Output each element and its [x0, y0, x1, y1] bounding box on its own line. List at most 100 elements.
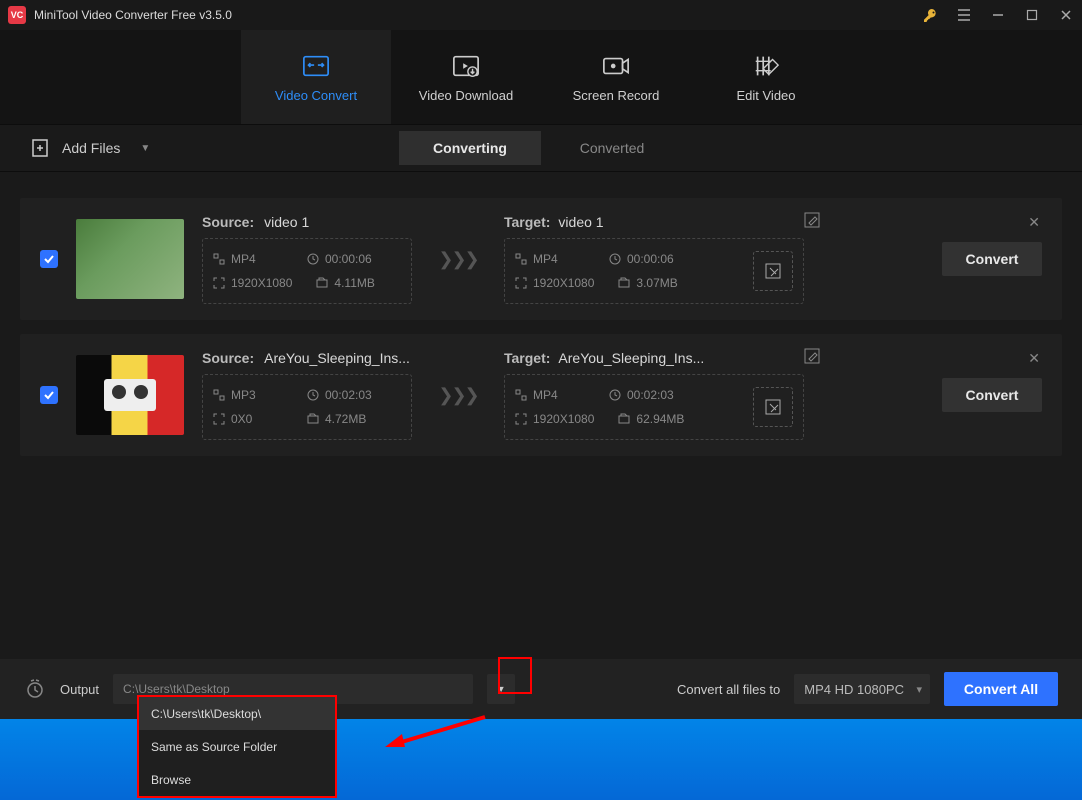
tgt-duration: 00:00:06	[627, 252, 674, 266]
tab-edit-video[interactable]: Edit Video	[691, 30, 841, 124]
tgt-size: 3.07MB	[636, 276, 677, 290]
src-duration: 00:02:03	[325, 388, 372, 402]
app-logo: VC	[8, 6, 26, 24]
tab-label: Edit Video	[736, 88, 795, 103]
preset-value: MP4 HD 1080PC	[804, 682, 904, 697]
segment-converting[interactable]: Converting	[399, 131, 541, 165]
convert-icon	[302, 52, 330, 80]
tab-video-download[interactable]: Video Download	[391, 30, 541, 124]
tab-video-convert[interactable]: Video Convert	[241, 30, 391, 124]
source-info: Source: video 1 MP4 00:00:06 1920X1080 4…	[202, 214, 412, 304]
output-path-text: C:\Users\tk\Desktop	[123, 682, 230, 696]
resolution-icon	[515, 277, 527, 289]
src-size: 4.11MB	[334, 276, 374, 290]
maximize-button[interactable]	[1024, 7, 1040, 23]
app-title: MiniTool Video Converter Free v3.5.0	[34, 8, 922, 22]
source-label: Source:	[202, 214, 254, 230]
item-checkbox[interactable]	[40, 250, 58, 268]
arrow-icon: ❯❯❯	[430, 385, 486, 406]
filesize-icon	[316, 277, 328, 289]
convert-all-label: Convert all files to	[677, 682, 780, 697]
src-resolution: 0X0	[231, 412, 252, 426]
format-icon	[515, 253, 527, 265]
target-settings-button[interactable]	[753, 251, 793, 291]
tab-label: Video Convert	[275, 88, 357, 103]
list-item: Source: AreYou_Sleeping_Ins... MP3 00:02…	[20, 334, 1062, 456]
resolution-icon	[213, 277, 225, 289]
tgt-resolution: 1920X1080	[533, 412, 594, 426]
minimize-button[interactable]	[990, 7, 1006, 23]
target-info: Target: AreYou_Sleeping_Ins... MP4 00:02…	[504, 350, 804, 440]
add-files-label: Add Files	[62, 140, 120, 156]
edit-item-button[interactable]	[804, 348, 822, 366]
output-preset-select[interactable]: MP4 HD 1080PC	[794, 674, 930, 704]
record-icon	[602, 52, 630, 80]
source-info: Source: AreYou_Sleeping_Ins... MP3 00:02…	[202, 350, 412, 440]
toolbar: Add Files ▼ Converting Converted	[0, 124, 1082, 172]
conversion-list: Source: video 1 MP4 00:00:06 1920X1080 4…	[0, 172, 1082, 659]
tgt-size: 62.94MB	[636, 412, 684, 426]
close-button[interactable]	[1058, 7, 1074, 23]
download-icon	[452, 52, 480, 80]
status-segment: Converting Converted	[399, 131, 683, 165]
list-item: Source: video 1 MP4 00:00:06 1920X1080 4…	[20, 198, 1062, 320]
menu-icon[interactable]	[956, 7, 972, 23]
format-icon	[515, 389, 527, 401]
add-files-button[interactable]: Add Files ▼	[30, 138, 150, 158]
tab-label: Screen Record	[573, 88, 660, 103]
format-icon	[213, 253, 225, 265]
arrow-icon: ❯❯❯	[430, 249, 486, 270]
convert-button[interactable]: Convert	[942, 378, 1042, 412]
tgt-format: MP4	[533, 252, 558, 266]
convert-all-button[interactable]: Convert All	[944, 672, 1058, 706]
src-duration: 00:00:06	[325, 252, 372, 266]
tab-screen-record[interactable]: Screen Record	[541, 30, 691, 124]
output-dropdown-button[interactable]: ▼	[487, 674, 515, 704]
target-name: AreYou_Sleeping_Ins...	[558, 350, 704, 366]
video-thumbnail[interactable]	[76, 219, 184, 299]
chevron-down-icon[interactable]: ▼	[140, 143, 150, 154]
key-icon[interactable]	[922, 7, 938, 23]
main-tabs: Video Convert Video Download Screen Reco…	[0, 30, 1082, 124]
item-checkbox[interactable]	[40, 386, 58, 404]
src-size: 4.72MB	[325, 412, 366, 426]
remove-item-button[interactable]: ✕	[1028, 350, 1040, 367]
clock-icon	[609, 389, 621, 401]
source-name: AreYou_Sleeping_Ins...	[264, 350, 410, 366]
output-label: Output	[60, 682, 99, 697]
resolution-icon	[515, 413, 527, 425]
add-file-icon	[30, 138, 50, 158]
src-format: MP3	[231, 388, 256, 402]
filesize-icon	[618, 277, 630, 289]
filesize-icon	[618, 413, 630, 425]
convert-button[interactable]: Convert	[942, 242, 1042, 276]
clock-icon	[307, 389, 319, 401]
video-thumbnail[interactable]	[76, 355, 184, 435]
resolution-icon	[213, 413, 225, 425]
target-label: Target:	[504, 214, 550, 230]
tgt-resolution: 1920X1080	[533, 276, 594, 290]
target-info: Target: video 1 MP4 00:00:06 1920X1080 3…	[504, 214, 804, 304]
dropdown-item-same-folder[interactable]: Same as Source Folder	[139, 730, 335, 763]
dropdown-item-path[interactable]: C:\Users\tk\Desktop\	[139, 697, 335, 730]
edit-icon	[752, 52, 780, 80]
source-name: video 1	[264, 214, 309, 230]
segment-converted[interactable]: Converted	[541, 131, 683, 165]
target-name: video 1	[558, 214, 603, 230]
app-window: VC MiniTool Video Converter Free v3.5.0 …	[0, 0, 1082, 719]
output-dropdown-menu: C:\Users\tk\Desktop\ Same as Source Fold…	[137, 695, 337, 798]
edit-item-button[interactable]	[804, 212, 822, 230]
tab-label: Video Download	[419, 88, 513, 103]
format-icon	[213, 389, 225, 401]
remove-item-button[interactable]: ✕	[1028, 214, 1040, 231]
tgt-format: MP4	[533, 388, 558, 402]
scheduler-icon[interactable]	[24, 678, 46, 700]
titlebar: VC MiniTool Video Converter Free v3.5.0	[0, 0, 1082, 30]
clock-icon	[609, 253, 621, 265]
target-settings-button[interactable]	[753, 387, 793, 427]
tgt-duration: 00:02:03	[627, 388, 674, 402]
filesize-icon	[307, 413, 319, 425]
dropdown-item-browse[interactable]: Browse	[139, 763, 335, 796]
source-label: Source:	[202, 350, 254, 366]
src-resolution: 1920X1080	[231, 276, 292, 290]
